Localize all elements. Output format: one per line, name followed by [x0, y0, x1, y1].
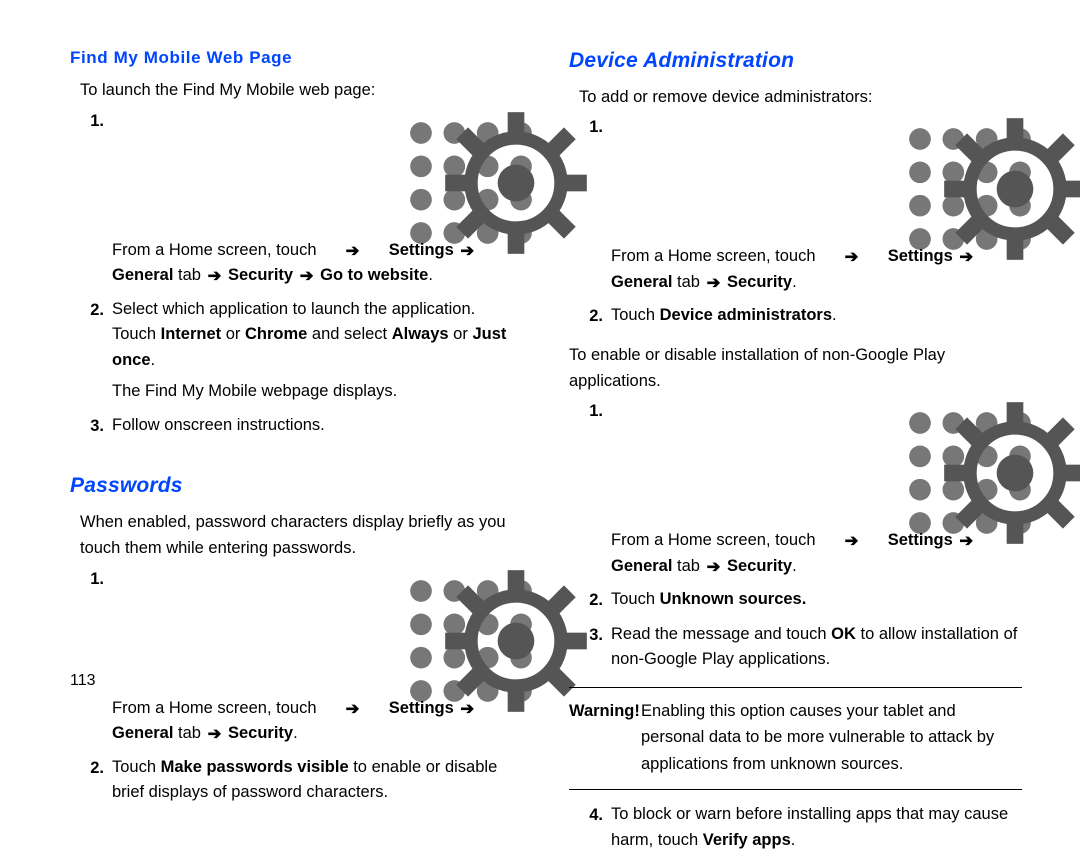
intro-text: To launch the Find My Mobile web page: — [80, 77, 523, 103]
steps-verify-apps: 4. To block or warn before installing ap… — [579, 800, 1022, 859]
right-column: Device Administration To add or remove d… — [569, 44, 1022, 865]
step-text: Touch Device administrators. — [611, 303, 1022, 329]
heading-device-admin: Device Administration — [569, 44, 1022, 78]
apps-icon — [321, 108, 339, 126]
gear-icon — [865, 114, 883, 132]
passwords-intro: When enabled, password characters displa… — [80, 509, 523, 562]
arrow-icon: ➔ — [344, 239, 362, 265]
steps-find-mobile: 1. From a Home screen, touch ➔ Settings … — [80, 106, 523, 446]
step-number: 2. — [80, 755, 112, 781]
step-number: 2. — [80, 297, 112, 323]
step-number: 1. — [579, 398, 611, 424]
gear-icon — [865, 398, 883, 416]
step-number: 1. — [579, 114, 611, 140]
gear-icon — [366, 108, 384, 126]
apps-icon — [321, 566, 339, 584]
gear-icon — [366, 566, 384, 584]
step-text: From a Home screen, touch ➔ Settings ➔ G… — [611, 114, 1022, 295]
steps-passwords: 1. From a Home screen, touch ➔ Settings … — [80, 564, 523, 812]
steps-unknown-sources: 1. From a Home screen, touch ➔ Settings … — [579, 396, 1022, 679]
steps-device-admin: 1. From a Home screen, touch ➔ Settings … — [579, 112, 1022, 336]
step-number: 2. — [579, 303, 611, 329]
step-text: To block or warn before installing apps … — [611, 802, 1022, 853]
step-number: 1. — [80, 566, 112, 592]
step-text: Read the message and touch OK to allow i… — [611, 622, 1022, 673]
mid-text: To enable or disable installation of non… — [569, 342, 1022, 395]
step-number: 3. — [579, 622, 611, 648]
intro-text: To add or remove device administrators: — [579, 84, 1022, 110]
apps-icon — [820, 398, 838, 416]
step-text: From a Home screen, touch ➔ Settings ➔ G… — [611, 398, 1022, 579]
step-number: 1. — [80, 108, 112, 134]
warning-label: Warning! — [569, 698, 640, 724]
warning-box: Warning! Enabling this option causes you… — [569, 687, 1022, 790]
step-number: 4. — [579, 802, 611, 828]
heading-find-my-mobile: Find My Mobile Web Page — [70, 44, 523, 71]
step-text: Touch Make passwords visible to enable o… — [112, 755, 523, 806]
step-text: From a Home screen, touch ➔ Settings ➔ G… — [112, 108, 523, 289]
step-text: Touch Unknown sources. — [611, 587, 1022, 613]
heading-passwords: Passwords — [70, 469, 523, 503]
page-number: 113 — [70, 672, 96, 690]
step-number: 2. — [579, 587, 611, 613]
step-number: 3. — [80, 413, 112, 439]
step-text: Select which application to launch the a… — [112, 297, 523, 405]
step-text: Follow onscreen instructions. — [112, 413, 523, 439]
left-column: Find My Mobile Web Page To launch the Fi… — [70, 44, 523, 865]
apps-icon — [820, 114, 838, 132]
